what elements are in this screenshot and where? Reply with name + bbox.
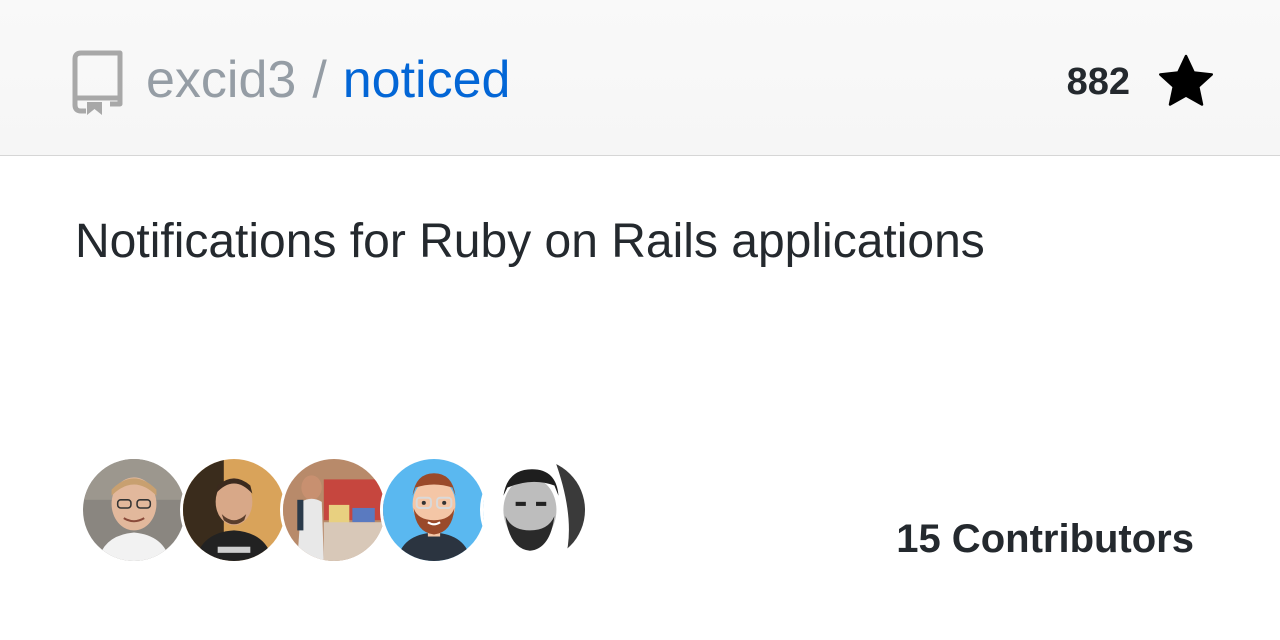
path-separator: /: [312, 51, 327, 109]
avatar[interactable]: [380, 456, 488, 564]
repo-header: excid3 / noticed 882: [0, 0, 1280, 156]
repo-icon: [72, 50, 123, 115]
avatar[interactable]: [180, 456, 288, 564]
repo-description: Notifications for Ruby on Rails applicat…: [75, 215, 985, 268]
avatar[interactable]: [80, 456, 188, 564]
repo-name-link[interactable]: noticed: [343, 51, 511, 109]
contributors-count[interactable]: 15 Contributors: [896, 514, 1194, 564]
star-counter[interactable]: 882: [1067, 52, 1216, 112]
avatar[interactable]: [480, 456, 588, 564]
star-count: 882: [1066, 61, 1130, 103]
repo-path: excid3 / noticed: [146, 48, 510, 112]
avatar[interactable]: [280, 456, 388, 564]
star-icon: [1159, 54, 1213, 106]
repo-owner-link[interactable]: excid3: [146, 51, 296, 109]
